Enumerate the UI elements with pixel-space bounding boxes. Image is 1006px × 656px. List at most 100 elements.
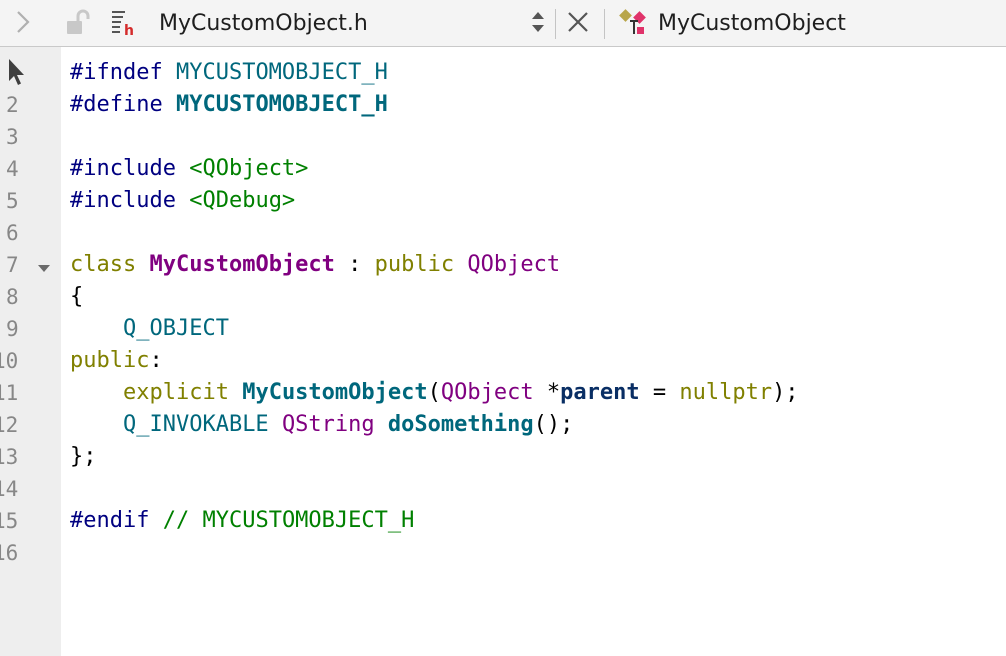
code-token: #endif — [70, 508, 150, 533]
line-number: 15 — [0, 509, 19, 533]
line-number: 9 — [6, 317, 19, 341]
code-line: class MyCustomObject : public QObject — [70, 249, 799, 281]
line-number: 7 — [6, 253, 19, 277]
code-line: explicit MyCustomObject(QObject *parent … — [70, 377, 799, 409]
line-number-gutter[interactable]: 2 3 4 5 6 7 8 9 10 11 12 13 14 15 16 — [0, 47, 61, 656]
line-number: 4 — [6, 157, 19, 181]
code-token: #define — [70, 92, 163, 117]
code-token: = — [639, 380, 680, 405]
line-number: 11 — [0, 381, 19, 405]
fold-marker-icon[interactable] — [37, 258, 51, 277]
chevron-right-icon — [14, 9, 32, 39]
line-number: 10 — [0, 349, 19, 373]
code-token: class — [70, 252, 137, 277]
line-number: 16 — [0, 541, 19, 565]
line-number: 5 — [6, 189, 19, 213]
code-line: { — [70, 281, 799, 313]
symbol-selector[interactable]: MyCustomObject — [618, 0, 846, 47]
file-name: MyCustomObject.h — [159, 11, 368, 36]
navigate-forward-button[interactable] — [14, 0, 44, 47]
code-line: Q_INVOKABLE QString doSomething(); — [70, 409, 799, 441]
code-line: Q_OBJECT — [70, 313, 799, 345]
code-token: }; — [70, 444, 97, 469]
code-token: #include — [70, 188, 176, 213]
code-token: MyCustomObject — [242, 380, 428, 405]
line-number: 8 — [6, 285, 19, 309]
file-selector-dropdown[interactable] — [530, 0, 550, 47]
code-token: public — [374, 252, 455, 277]
code-token: QObject — [467, 252, 561, 277]
code-token: : — [149, 348, 163, 373]
code-token: #include — [70, 156, 176, 181]
line-number: 2 — [6, 93, 19, 117]
code-token: Q_OBJECT — [122, 316, 229, 341]
code-token: MYCUSTOMOBJECT_H — [175, 92, 388, 117]
code-token: parent — [560, 380, 640, 405]
updown-arrows-icon — [530, 9, 546, 39]
code-text[interactable]: #ifndef MYCUSTOMOBJECT_H #define MYCUSTOM… — [70, 57, 799, 569]
line-number: 12 — [0, 413, 19, 437]
code-token: QString — [281, 412, 375, 437]
editor-toolbar: h MyCustomObject.h MyCustomObject — [0, 0, 1006, 47]
code-token: (); — [533, 412, 574, 437]
code-token: MYCUSTOMOBJECT_H — [175, 60, 388, 85]
code-token: #ifndef — [70, 60, 163, 85]
code-token: // MYCUSTOMOBJECT_H — [162, 508, 415, 533]
code-token: { — [70, 284, 84, 309]
line-number: 3 — [6, 125, 19, 149]
code-line: #include <QObject> — [70, 153, 799, 185]
line-number: 14 — [0, 477, 19, 501]
code-token: explicit — [122, 380, 229, 405]
toolbar-separator — [604, 9, 605, 39]
toolbar-separator — [555, 9, 556, 39]
code-token: doSomething — [387, 412, 534, 437]
code-token: Q_INVOKABLE — [122, 412, 269, 437]
unlock-icon — [64, 7, 94, 41]
code-line: #ifndef MYCUSTOMOBJECT_H — [70, 57, 799, 89]
file-type-button[interactable]: h — [111, 0, 141, 47]
svg-text:h: h — [124, 23, 134, 36]
code-line: #define MYCUSTOMOBJECT_H — [70, 89, 799, 121]
file-selector[interactable]: MyCustomObject.h — [159, 0, 368, 47]
header-file-icon: h — [111, 8, 139, 40]
code-line: #include <QDebug> — [70, 185, 799, 217]
code-token: nullptr — [679, 380, 773, 405]
class-symbol-icon — [618, 7, 650, 41]
close-document-button[interactable] — [566, 0, 594, 47]
symbol-name: MyCustomObject — [658, 11, 846, 36]
line-number: 13 — [0, 445, 19, 469]
code-token: : — [334, 252, 375, 277]
code-line: #endif // MYCUSTOMOBJECT_H — [70, 505, 799, 537]
code-line: public: — [70, 345, 799, 377]
code-token: MyCustomObject — [149, 252, 335, 277]
code-token: ); — [772, 380, 799, 405]
line-number: 6 — [6, 221, 19, 245]
code-token: public — [70, 348, 150, 373]
code-token: ( — [427, 380, 441, 405]
code-token: <QDebug> — [189, 188, 296, 213]
code-token: * — [533, 380, 561, 405]
code-line: }; — [70, 441, 799, 473]
current-line-marker-icon — [7, 57, 27, 91]
file-lock-button[interactable] — [64, 0, 98, 47]
code-token: <QObject> — [189, 156, 309, 181]
code-token: QObject — [440, 380, 534, 405]
close-icon — [566, 10, 590, 38]
